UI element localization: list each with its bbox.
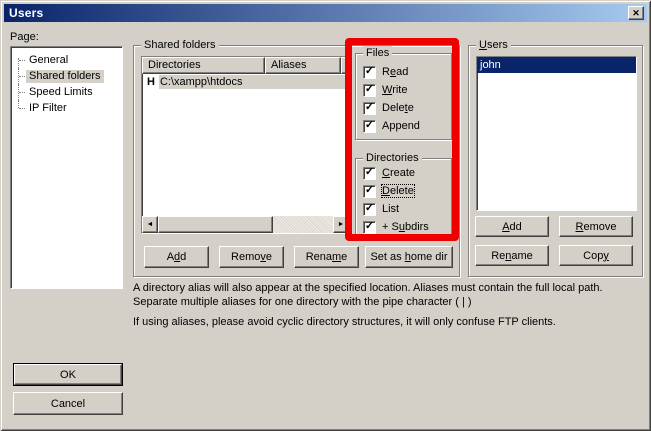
checkbox-checked-icon[interactable]: ✓ bbox=[363, 66, 376, 79]
cancel-button-label: Cancel bbox=[51, 398, 85, 410]
scroll-left-button[interactable]: ◄ bbox=[142, 216, 158, 233]
set-home-dir-button-label: Set as home dir bbox=[370, 251, 447, 263]
users-group: Users john Add Remove Rename Copy bbox=[468, 45, 643, 277]
checkbox-delete-files[interactable]: ✓ Delete bbox=[356, 99, 451, 117]
rename-user-button[interactable]: Rename bbox=[475, 245, 549, 266]
cyclic-warning-text: If using aliases, please avoid cyclic di… bbox=[133, 315, 630, 329]
users-dialog: Users ✕ Page: General Shared folders Spe… bbox=[0, 0, 651, 431]
list-item-user-selected[interactable]: john bbox=[477, 57, 636, 73]
checkbox-delete-dirs[interactable]: ✓ Delete bbox=[356, 182, 451, 200]
checkbox-checked-icon[interactable]: ✓ bbox=[363, 203, 376, 216]
check-icon: ✓ bbox=[365, 185, 374, 196]
tree-item-label: Speed Limits bbox=[26, 86, 96, 99]
checkbox-create-label: Create bbox=[382, 167, 415, 179]
close-button[interactable]: ✕ bbox=[628, 6, 644, 20]
check-icon: ✓ bbox=[365, 102, 374, 113]
home-dir-marker: H bbox=[142, 76, 159, 88]
sidebar-item-shared-folders[interactable]: Shared folders bbox=[11, 68, 122, 84]
column-header-filler bbox=[341, 57, 350, 74]
files-group-title: Files bbox=[363, 46, 392, 60]
checkbox-checked-icon[interactable]: ✓ bbox=[363, 221, 376, 234]
tree-connector-icon bbox=[11, 52, 26, 68]
window-title: Users bbox=[9, 6, 43, 20]
titlebar[interactable]: Users ✕ bbox=[4, 4, 647, 22]
scrollbar-thumb[interactable] bbox=[158, 216, 273, 233]
tree-item-label: General bbox=[26, 54, 71, 67]
checkbox-checked-icon[interactable]: ✓ bbox=[363, 84, 376, 97]
table-row[interactable]: H C:\xampp\htdocs bbox=[142, 74, 349, 89]
users-list[interactable]: john bbox=[476, 56, 637, 211]
copy-user-button[interactable]: Copy bbox=[559, 245, 633, 266]
check-icon: ✓ bbox=[365, 203, 374, 214]
checkbox-delete-files-label: Delete bbox=[382, 102, 414, 114]
checkbox-checked-icon[interactable]: ✓ bbox=[363, 167, 376, 180]
checkbox-list-label: List bbox=[382, 203, 399, 215]
ok-button-label: OK bbox=[60, 369, 76, 381]
rename-folder-button[interactable]: Rename bbox=[294, 246, 359, 268]
close-icon: ✕ bbox=[632, 9, 640, 18]
sidebar-item-general[interactable]: General bbox=[11, 52, 122, 68]
sidebar-item-ip-filter[interactable]: IP Filter bbox=[11, 100, 122, 116]
checkbox-checked-icon[interactable]: ✓ bbox=[363, 102, 376, 115]
remove-folder-button-label: Remove bbox=[231, 251, 272, 263]
tree-connector-icon bbox=[11, 84, 26, 100]
checkbox-delete-dirs-label: Delete bbox=[382, 185, 414, 197]
alias-help-text: A directory alias will also appear at th… bbox=[133, 281, 630, 309]
rename-user-button-label: Rename bbox=[491, 250, 533, 262]
cancel-button[interactable]: Cancel bbox=[13, 392, 123, 415]
tree-item-label-selected: Shared folders bbox=[26, 70, 104, 83]
checkbox-append-label: Append bbox=[382, 120, 420, 132]
checkbox-read-label: Read bbox=[382, 66, 408, 78]
checkbox-checked-icon[interactable]: ✓ bbox=[363, 185, 376, 198]
add-folder-button-label: Add bbox=[167, 251, 187, 263]
set-home-dir-button[interactable]: Set as home dir bbox=[365, 246, 453, 268]
add-user-button-label: Add bbox=[502, 221, 522, 233]
checkbox-read[interactable]: ✓ Read bbox=[356, 63, 451, 81]
page-label: Page: bbox=[10, 31, 39, 43]
scroll-left-icon: ◄ bbox=[147, 221, 154, 228]
shared-folders-group-title: Shared folders bbox=[141, 38, 219, 52]
checkbox-subdirs-label: + Subdirs bbox=[382, 221, 429, 233]
checkbox-list[interactable]: ✓ List bbox=[356, 200, 451, 218]
directories-group-title: Directories bbox=[363, 151, 422, 165]
ok-button[interactable]: OK bbox=[13, 363, 123, 386]
check-icon: ✓ bbox=[365, 167, 374, 178]
tree-connector-icon bbox=[11, 100, 26, 116]
checkbox-checked-icon[interactable]: ✓ bbox=[363, 120, 376, 133]
remove-user-button[interactable]: Remove bbox=[559, 216, 633, 237]
check-icon: ✓ bbox=[365, 221, 374, 232]
files-permissions-group: Files ✓ Read ✓ Write ✓ Delete ✓ Append bbox=[355, 53, 452, 140]
list-header: Directories Aliases bbox=[142, 57, 349, 74]
checkbox-write-label: Write bbox=[382, 84, 407, 96]
checkbox-append[interactable]: ✓ Append bbox=[356, 117, 451, 135]
column-header-directories[interactable]: Directories bbox=[142, 57, 265, 74]
horizontal-scrollbar[interactable]: ◄ ► bbox=[142, 216, 349, 233]
directories-permissions-group: Directories ✓ Create ✓ Delete ✓ List ✓ +… bbox=[355, 158, 452, 238]
check-icon: ✓ bbox=[365, 84, 374, 95]
column-header-aliases[interactable]: Aliases bbox=[265, 57, 341, 74]
add-folder-button[interactable]: Add bbox=[144, 246, 209, 268]
remove-user-button-label: Remove bbox=[576, 221, 617, 233]
sidebar-item-speed-limits[interactable]: Speed Limits bbox=[11, 84, 122, 100]
page-tree[interactable]: General Shared folders Speed Limits IP F… bbox=[10, 46, 123, 289]
scroll-right-button[interactable]: ► bbox=[333, 216, 349, 233]
checkbox-write[interactable]: ✓ Write bbox=[356, 81, 451, 99]
check-icon: ✓ bbox=[365, 66, 374, 77]
check-icon: ✓ bbox=[365, 120, 374, 131]
directory-path: C:\xampp\htdocs bbox=[159, 75, 349, 89]
rename-folder-button-label: Rename bbox=[306, 251, 348, 263]
directories-list[interactable]: Directories Aliases H C:\xampp\htdocs ◄ … bbox=[141, 56, 350, 234]
remove-folder-button[interactable]: Remove bbox=[219, 246, 284, 268]
users-group-title: Users bbox=[476, 38, 511, 52]
tree-connector-icon bbox=[11, 68, 26, 84]
tree-item-label: IP Filter bbox=[26, 102, 70, 115]
checkbox-subdirs[interactable]: ✓ + Subdirs bbox=[356, 218, 451, 236]
copy-user-button-label: Copy bbox=[583, 250, 609, 262]
scrollbar-track[interactable] bbox=[273, 216, 333, 233]
add-user-button[interactable]: Add bbox=[475, 216, 549, 237]
scroll-right-icon: ► bbox=[338, 221, 345, 228]
checkbox-create[interactable]: ✓ Create bbox=[356, 164, 451, 182]
